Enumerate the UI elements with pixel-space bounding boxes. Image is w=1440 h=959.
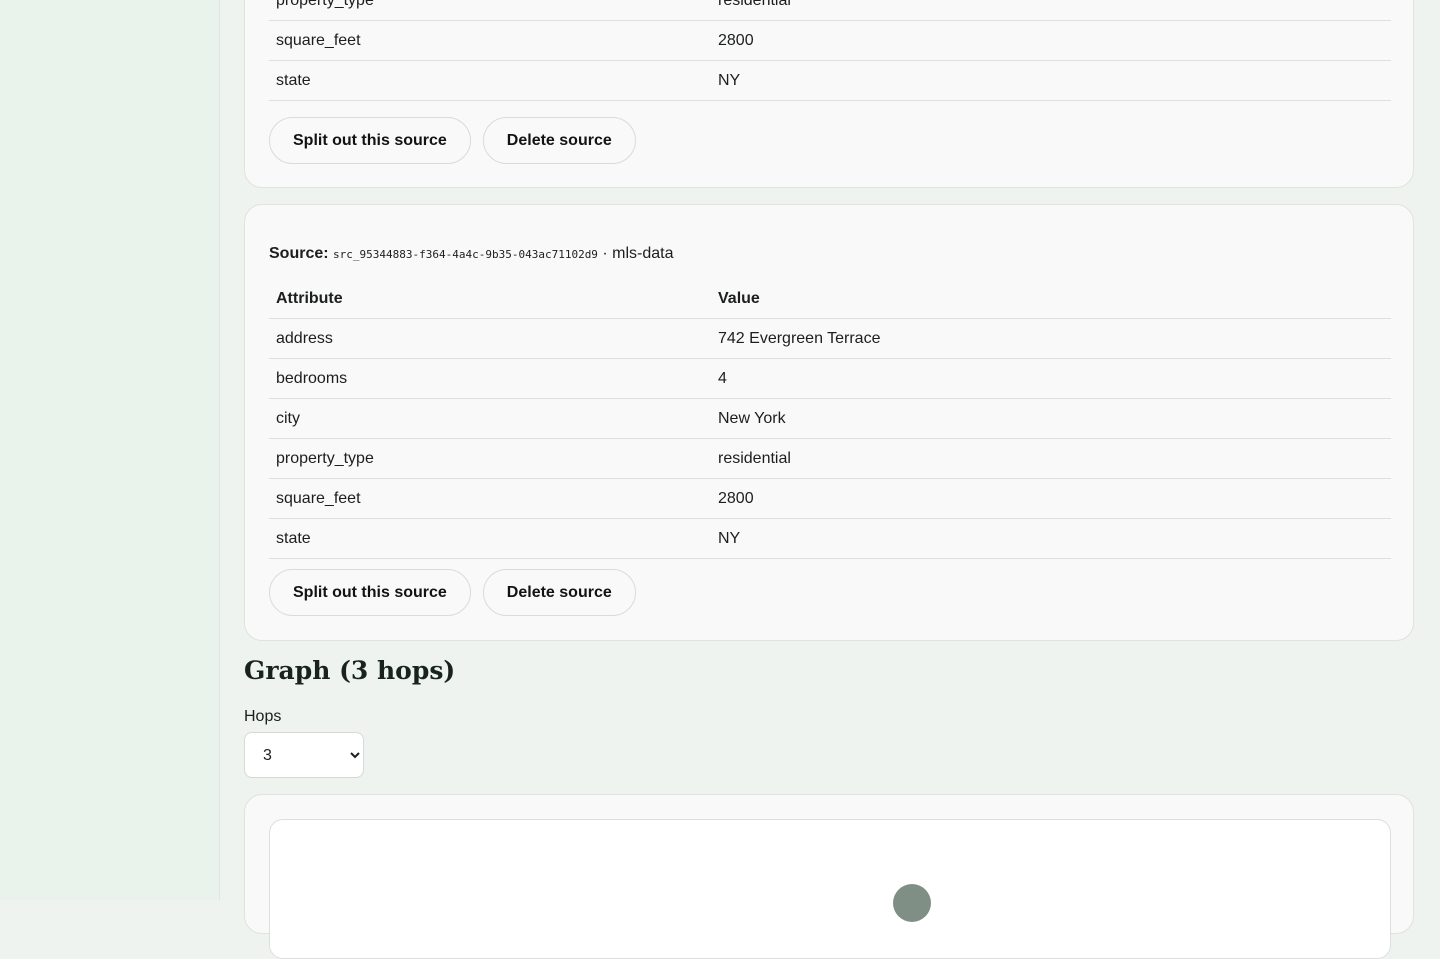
attribute-cell: bedrooms — [269, 358, 711, 399]
value-cell: residential — [711, 0, 1391, 21]
source-actions: Split out this source Delete source — [269, 569, 636, 616]
source-label: Source: — [269, 245, 329, 262]
value-cell: NY — [711, 60, 1391, 101]
attribute-cell: square_feet — [269, 478, 711, 519]
hops-select[interactable]: 3 — [244, 732, 364, 778]
hops-label: Hops — [244, 708, 282, 725]
previous-source-table: property_type residential square_feet 28… — [269, 0, 1391, 101]
value-cell: 2800 — [711, 478, 1391, 519]
value-column-header: Value — [711, 279, 1391, 319]
split-source-button[interactable]: Split out this source — [269, 569, 471, 616]
table-header-row: Attribute Value — [269, 279, 1391, 319]
table-row: square_feet 2800 — [269, 20, 1391, 61]
attribute-column-header: Attribute — [269, 279, 711, 319]
delete-source-button[interactable]: Delete source — [482, 117, 636, 164]
source-origin: mls-data — [612, 245, 674, 262]
value-cell: 2800 — [711, 20, 1391, 61]
table-row: state NY — [269, 60, 1391, 101]
table-row: address 742 Evergreen Terrace — [269, 318, 1391, 359]
delete-source-button[interactable]: Delete source — [482, 569, 636, 616]
graph-canvas[interactable] — [269, 819, 1391, 959]
graph-title: Graph (3 hops) — [244, 656, 456, 685]
table-row: city New York — [269, 398, 1391, 439]
attribute-cell: city — [269, 398, 711, 439]
value-cell: 742 Evergreen Terrace — [711, 318, 1391, 359]
value-cell: NY — [711, 518, 1391, 559]
previous-source-card: property_type residential square_feet 28… — [244, 0, 1414, 188]
attribute-cell: state — [269, 60, 711, 101]
value-cell: New York — [711, 398, 1391, 439]
split-source-button[interactable]: Split out this source — [269, 117, 471, 164]
attribute-cell: property_type — [269, 438, 711, 479]
attribute-cell: property_type — [269, 0, 711, 21]
source-separator: · — [602, 245, 608, 262]
table-row: property_type residential — [269, 438, 1391, 479]
value-cell: 4 — [711, 358, 1391, 399]
table-row: state NY — [269, 518, 1391, 559]
source-header: Source: src_95344883-f364-4a4c-9b35-043a… — [269, 245, 674, 263]
attribute-cell: state — [269, 518, 711, 559]
previous-source-actions: Split out this source Delete source — [269, 117, 636, 164]
source-card: Source: src_95344883-f364-4a4c-9b35-043a… — [244, 204, 1414, 641]
source-attribute-table: Attribute Value address 742 Evergreen Te… — [269, 279, 1391, 559]
graph-card — [244, 794, 1414, 959]
table-row: bedrooms 4 — [269, 358, 1391, 399]
value-cell: residential — [711, 438, 1391, 479]
graph-node[interactable] — [893, 884, 931, 922]
attribute-cell: square_feet — [269, 20, 711, 61]
attribute-cell: address — [269, 318, 711, 359]
source-id: src_95344883-f364-4a4c-9b35-043ac71102d9 — [333, 248, 598, 261]
sidebar — [0, 0, 220, 900]
table-row: property_type residential — [269, 0, 1391, 21]
table-row: square_feet 2800 — [269, 478, 1391, 519]
